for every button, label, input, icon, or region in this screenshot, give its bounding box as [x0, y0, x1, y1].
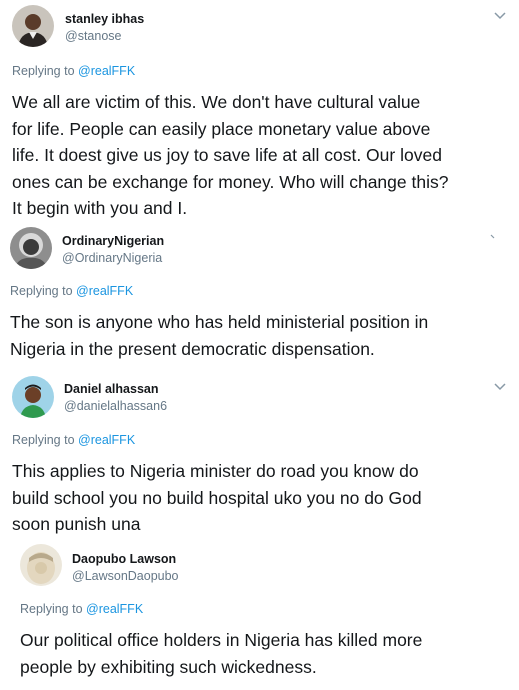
tweet-text: We all are victim of this. We don't have…: [12, 92, 449, 219]
tweet-3[interactable]: Daniel alhassan @danielalhassan6 Replyin…: [0, 370, 519, 540]
author-name[interactable]: Daniel alhassan: [64, 382, 159, 396]
avatar[interactable]: [12, 5, 54, 47]
avatar[interactable]: [10, 227, 52, 269]
chevron-down-icon[interactable]: [494, 12, 506, 20]
avatar[interactable]: [20, 544, 62, 586]
author-name[interactable]: OrdinaryNigerian: [62, 234, 164, 248]
replying-to: Replying to @realFFK: [12, 64, 135, 78]
author-handle[interactable]: @stanose: [65, 29, 121, 43]
chevron-down-icon[interactable]: [494, 383, 506, 391]
author-handle[interactable]: @danielalhassan6: [64, 399, 167, 413]
replying-to-label: Replying to: [12, 433, 79, 447]
author-handle[interactable]: @LawsonDaopubo: [72, 569, 179, 583]
replying-to: Replying to @realFFK: [12, 433, 135, 447]
tweet-text: The son is anyone who has held ministeri…: [10, 312, 429, 359]
replying-to: Replying to @realFFK: [10, 284, 133, 298]
tweet-text: This applies to Nigeria minister do road…: [12, 461, 422, 535]
tweet-2[interactable]: OrdinaryNigerian @OrdinaryNigeria Replyi…: [0, 222, 519, 370]
author-name[interactable]: stanley ibhas: [65, 12, 144, 26]
author-name[interactable]: Daopubo Lawson: [72, 552, 176, 566]
tweet-4[interactable]: Daopubo Lawson @LawsonDaopubo Replying t…: [0, 540, 519, 690]
tweet-text: Our political office holders in Nigeria …: [20, 630, 423, 677]
mention-link[interactable]: @realFFK: [78, 64, 135, 78]
mention-link[interactable]: @realFFK: [76, 284, 133, 298]
replying-to-label: Replying to: [20, 602, 87, 616]
author-handle[interactable]: @OrdinaryNigeria: [62, 251, 162, 265]
replying-to-label: Replying to: [12, 64, 79, 78]
replying-to-label: Replying to: [10, 284, 77, 298]
avatar[interactable]: [12, 376, 54, 418]
chevron-down-icon[interactable]: [490, 234, 496, 242]
mention-link[interactable]: @realFFK: [78, 433, 135, 447]
tweet-1[interactable]: stanley ibhas @stanose Replying to @real…: [0, 0, 519, 235]
replying-to: Replying to @realFFK: [20, 602, 143, 616]
mention-link[interactable]: @realFFK: [86, 602, 143, 616]
